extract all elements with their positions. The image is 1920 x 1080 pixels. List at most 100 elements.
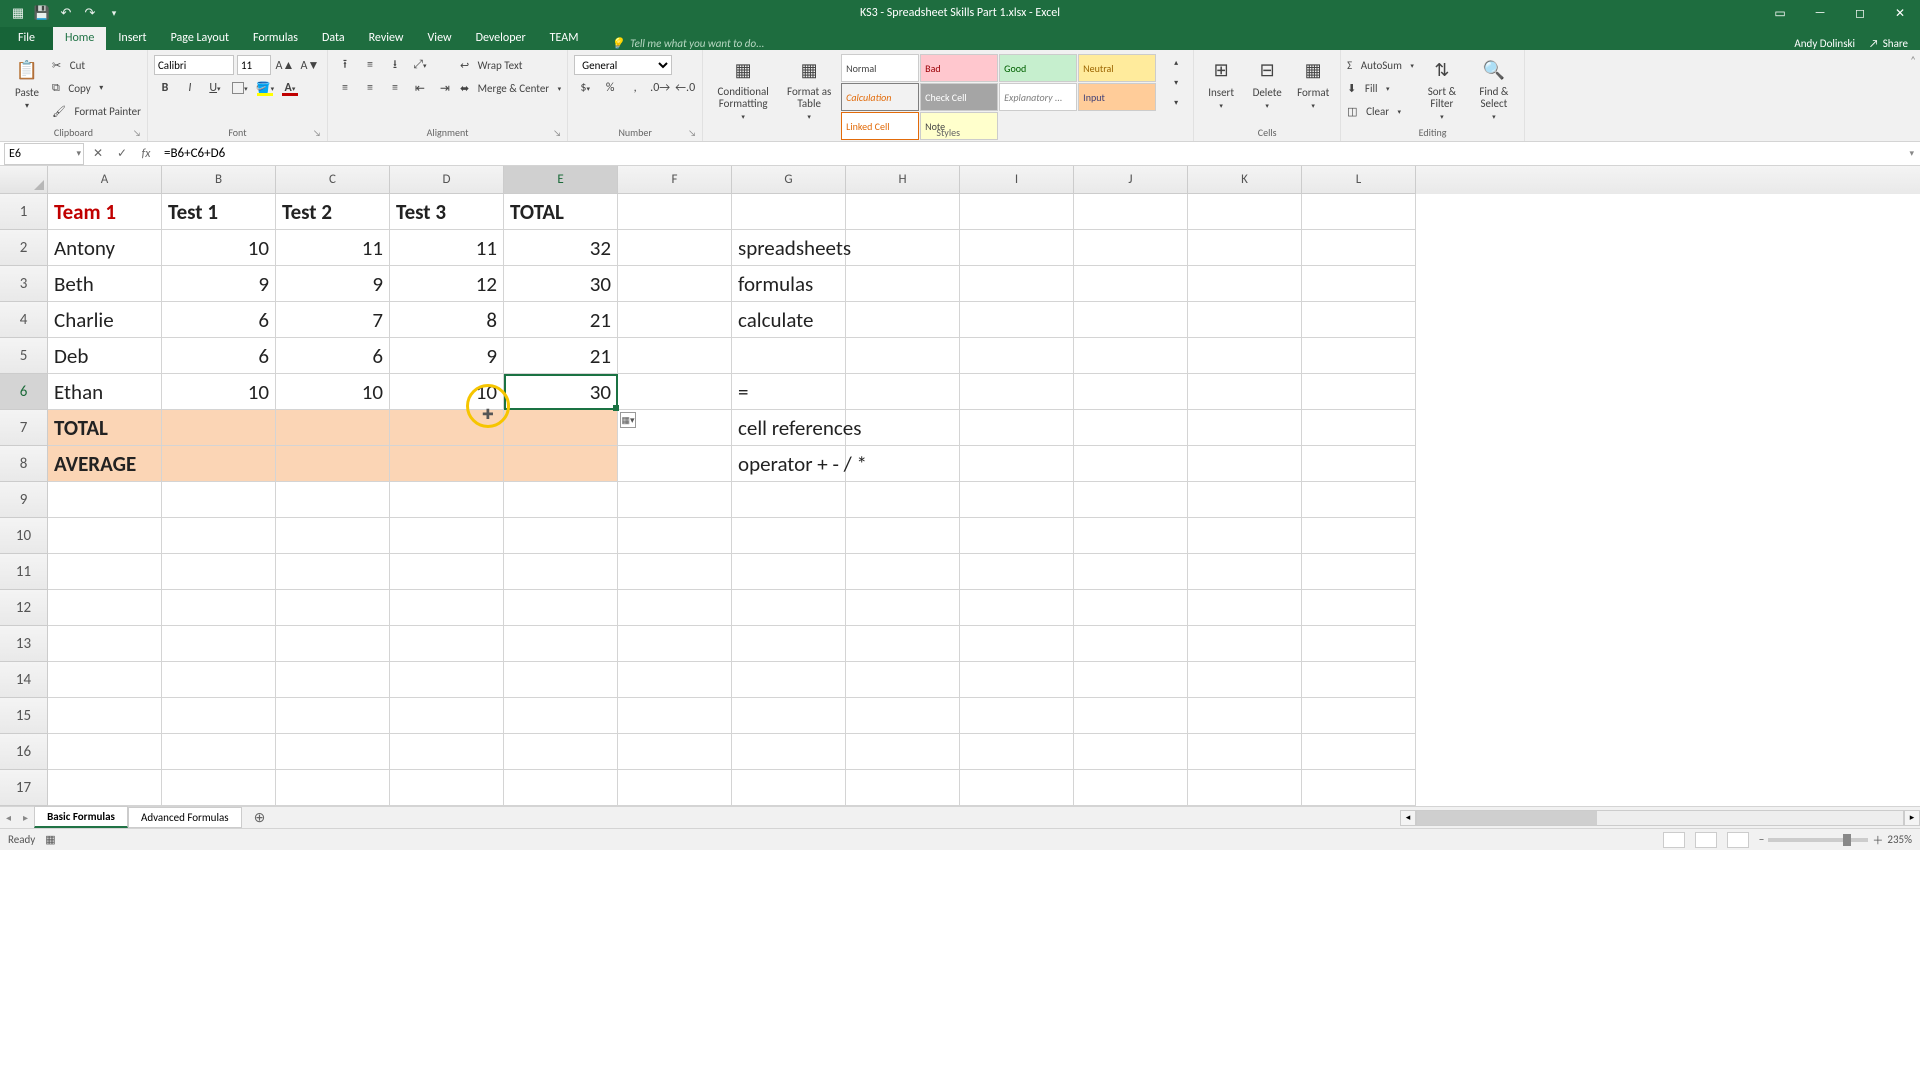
cell-A8[interactable]: AVERAGE (48, 446, 162, 482)
cell-C15[interactable] (276, 698, 390, 734)
row-header-3[interactable]: 3 (0, 266, 48, 302)
zoom-slider-thumb[interactable] (1843, 834, 1851, 846)
cell-E9[interactable] (504, 482, 618, 518)
cell-A17[interactable] (48, 770, 162, 806)
cell-L10[interactable] (1302, 518, 1416, 554)
cell-E16[interactable] (504, 734, 618, 770)
cell-K6[interactable] (1188, 374, 1302, 410)
cell-A15[interactable] (48, 698, 162, 734)
cell-H5[interactable] (846, 338, 960, 374)
cell-L13[interactable] (1302, 626, 1416, 662)
cell-D17[interactable] (390, 770, 504, 806)
cell-K2[interactable] (1188, 230, 1302, 266)
close-icon[interactable]: ✕ (1880, 0, 1920, 26)
clear-button[interactable]: ◫ Clear ▾ (1347, 100, 1414, 122)
cell-J13[interactable] (1074, 626, 1188, 662)
col-header-B[interactable]: B (162, 166, 276, 194)
comma-format-icon[interactable]: , (624, 78, 646, 98)
cell-E13[interactable] (504, 626, 618, 662)
zoom-in-icon[interactable]: ＋ (1872, 832, 1883, 848)
cell-C6[interactable]: 10 (276, 374, 390, 410)
cell-D11[interactable] (390, 554, 504, 590)
cell-H10[interactable] (846, 518, 960, 554)
sheet-tab-basic-formulas[interactable]: Basic Formulas (34, 806, 128, 828)
cell-A7[interactable]: TOTAL (48, 410, 162, 446)
cell-L3[interactable] (1302, 266, 1416, 302)
tab-review[interactable]: Review (357, 27, 416, 50)
cell-L12[interactable] (1302, 590, 1416, 626)
scroll-left-icon[interactable]: ◂ (1400, 810, 1416, 826)
cell-A2[interactable]: Antony (48, 230, 162, 266)
cell-F5[interactable] (618, 338, 732, 374)
cell-H2[interactable] (846, 230, 960, 266)
row-header-17[interactable]: 17 (0, 770, 48, 806)
cell-E4[interactable]: 21 (504, 302, 618, 338)
col-header-A[interactable]: A (48, 166, 162, 194)
cell-K10[interactable] (1188, 518, 1302, 554)
formula-input[interactable]: =B6+C6+D6 (158, 146, 1903, 161)
font-color-button[interactable]: A▾ (279, 78, 301, 98)
new-sheet-button[interactable]: ⊕ (250, 808, 270, 828)
cell-H11[interactable] (846, 554, 960, 590)
number-format-combo[interactable]: General (574, 55, 672, 75)
cell-I4[interactable] (960, 302, 1074, 338)
cell-F11[interactable] (618, 554, 732, 590)
fx-icon[interactable]: fx (134, 147, 158, 161)
view-page-break-icon[interactable] (1727, 832, 1749, 848)
cell-L7[interactable] (1302, 410, 1416, 446)
spreadsheet-grid[interactable]: A B C D E F G H I J K L 1Team 1Test 1Tes… (0, 166, 1920, 806)
row-header-10[interactable]: 10 (0, 518, 48, 554)
cell-F14[interactable] (618, 662, 732, 698)
cell-B10[interactable] (162, 518, 276, 554)
format-cells-button[interactable]: ▦Format▾ (1292, 54, 1334, 110)
cell-E15[interactable] (504, 698, 618, 734)
cell-I11[interactable] (960, 554, 1074, 590)
row-header-16[interactable]: 16 (0, 734, 48, 770)
cell-K15[interactable] (1188, 698, 1302, 734)
row-header-1[interactable]: 1 (0, 194, 48, 230)
sort-filter-button[interactable]: ⇅Sort & Filter▾ (1418, 54, 1466, 121)
bold-button[interactable]: B (154, 78, 176, 98)
view-normal-icon[interactable] (1663, 832, 1685, 848)
cell-J6[interactable] (1074, 374, 1188, 410)
cell-H7[interactable] (846, 410, 960, 446)
cell-H13[interactable] (846, 626, 960, 662)
style-input[interactable]: Input (1078, 83, 1156, 111)
cell-L8[interactable] (1302, 446, 1416, 482)
cell-H17[interactable] (846, 770, 960, 806)
qat-customize-icon[interactable]: ▾ (106, 5, 122, 21)
style-neutral[interactable]: Neutral (1078, 54, 1156, 82)
cell-F12[interactable] (618, 590, 732, 626)
fill-button[interactable]: ⬇ Fill ▾ (1347, 77, 1414, 99)
cell-G3[interactable]: formulas (732, 266, 846, 302)
col-header-K[interactable]: K (1188, 166, 1302, 194)
cell-H1[interactable] (846, 194, 960, 230)
dialog-launcher-icon[interactable]: ↘ (133, 128, 141, 139)
format-painter-button[interactable]: 🖌 Format Painter (52, 100, 141, 122)
cell-F4[interactable] (618, 302, 732, 338)
conditional-formatting-button[interactable]: ▦ Conditional Formatting▾ (709, 54, 777, 121)
cell-F8[interactable] (618, 446, 732, 482)
col-header-C[interactable]: C (276, 166, 390, 194)
cell-L4[interactable] (1302, 302, 1416, 338)
cell-G6[interactable]: = (732, 374, 846, 410)
underline-button[interactable]: U▾ (204, 78, 226, 98)
dialog-launcher-icon[interactable]: ↘ (688, 128, 696, 139)
dialog-launcher-icon[interactable]: ↘ (553, 128, 561, 139)
tab-file[interactable]: File (0, 27, 53, 50)
cell-A6[interactable]: Ethan (48, 374, 162, 410)
decrease-decimal-icon[interactable]: ←.0 (674, 78, 696, 98)
cell-F15[interactable] (618, 698, 732, 734)
cell-E5[interactable]: 21 (504, 338, 618, 374)
cell-D9[interactable] (390, 482, 504, 518)
cell-J15[interactable] (1074, 698, 1188, 734)
align-middle-icon[interactable]: ≡ (359, 55, 381, 75)
cell-B2[interactable]: 10 (162, 230, 276, 266)
cell-C4[interactable]: 7 (276, 302, 390, 338)
sheet-nav-prev-icon[interactable]: ◂ (0, 811, 17, 824)
col-header-J[interactable]: J (1074, 166, 1188, 194)
cell-J4[interactable] (1074, 302, 1188, 338)
find-select-button[interactable]: 🔍Find & Select▾ (1470, 54, 1518, 121)
row-header-6[interactable]: 6 (0, 374, 48, 410)
cell-I16[interactable] (960, 734, 1074, 770)
